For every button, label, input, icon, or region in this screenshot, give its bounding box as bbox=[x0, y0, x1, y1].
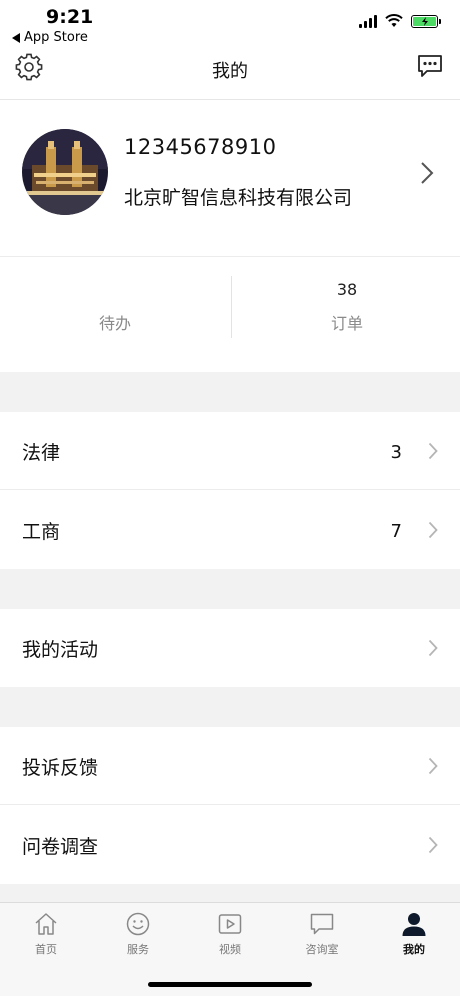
chevron-right-icon bbox=[428, 521, 438, 539]
back-to-app-link[interactable]: App Store bbox=[12, 30, 88, 45]
tab-service-label: 服务 bbox=[127, 943, 149, 956]
user-icon bbox=[402, 913, 426, 936]
menu-item-business-label: 工商 bbox=[22, 521, 61, 543]
menu-item-complaint[interactable]: 投诉反馈 bbox=[0, 727, 460, 805]
menu-item-business-count: 7 bbox=[390, 521, 402, 542]
nav-bar: 我的 bbox=[0, 48, 460, 100]
menu-item-business[interactable]: 工商 7 bbox=[0, 491, 460, 569]
section-gap bbox=[0, 687, 460, 727]
section-gap bbox=[0, 884, 460, 902]
row-divider bbox=[0, 489, 460, 490]
user-phone: 12345678910 bbox=[124, 135, 277, 159]
status-time: 9:21 bbox=[46, 6, 94, 28]
stat-orders-label: 订单 bbox=[330, 314, 363, 333]
row-divider bbox=[0, 804, 460, 805]
tab-consult[interactable]: 咨询室 bbox=[276, 911, 368, 967]
tab-home-label: 首页 bbox=[35, 943, 57, 956]
stats-panel: 待办 38 订单 bbox=[0, 258, 460, 372]
tab-video-label: 视频 bbox=[219, 943, 241, 956]
home-icon bbox=[35, 913, 57, 935]
wifi-icon bbox=[385, 14, 403, 27]
tab-home[interactable]: 首页 bbox=[0, 911, 92, 967]
menu-item-survey-label: 问卷调查 bbox=[22, 836, 99, 858]
user-company: 北京旷智信息科技有限公司 bbox=[124, 187, 353, 209]
profile-card[interactable]: 12345678910 北京旷智信息科技有限公司 bbox=[0, 101, 460, 257]
chevron-right-icon bbox=[421, 162, 434, 184]
menu-item-activities[interactable]: 我的活动 bbox=[0, 609, 460, 687]
status-bar: 9:21 App Store bbox=[0, 0, 460, 48]
status-icons bbox=[359, 14, 441, 28]
chevron-right-icon bbox=[428, 442, 438, 460]
tab-consult-label: 咨询室 bbox=[305, 943, 339, 956]
signal-icon bbox=[359, 14, 377, 28]
section-gap bbox=[0, 372, 460, 412]
chevron-right-icon bbox=[428, 639, 438, 657]
message-icon[interactable] bbox=[416, 52, 444, 80]
stat-orders[interactable]: 38 订单 bbox=[232, 258, 460, 372]
stat-todo-label: 待办 bbox=[98, 314, 131, 333]
menu-item-law-label: 法律 bbox=[22, 442, 61, 464]
tab-mine[interactable]: 我的 bbox=[368, 911, 460, 967]
menu-item-activities-label: 我的活动 bbox=[22, 639, 99, 661]
stat-todo[interactable]: 待办 bbox=[0, 258, 230, 372]
chevron-right-icon bbox=[428, 836, 438, 854]
page-title: 我的 bbox=[212, 61, 248, 82]
menu-item-survey[interactable]: 问卷调查 bbox=[0, 806, 460, 884]
menu-item-law-count: 3 bbox=[390, 442, 402, 463]
menu-item-complaint-label: 投诉反馈 bbox=[22, 757, 99, 779]
chevron-right-icon bbox=[428, 757, 438, 775]
menu-item-law[interactable]: 法律 3 bbox=[0, 412, 460, 490]
battery-icon bbox=[411, 14, 441, 28]
chat-icon bbox=[310, 913, 334, 935]
tab-video[interactable]: 视频 bbox=[184, 911, 276, 967]
back-arrow-icon bbox=[12, 32, 20, 43]
tab-mine-label: 我的 bbox=[403, 943, 425, 956]
tab-service[interactable]: 服务 bbox=[92, 911, 184, 967]
back-app-label: App Store bbox=[24, 30, 88, 45]
section-gap bbox=[0, 569, 460, 609]
stat-orders-count: 38 bbox=[336, 280, 358, 299]
avatar[interactable] bbox=[22, 129, 108, 215]
home-indicator bbox=[148, 982, 312, 987]
smile-icon bbox=[126, 912, 150, 936]
video-play-icon bbox=[218, 914, 242, 934]
